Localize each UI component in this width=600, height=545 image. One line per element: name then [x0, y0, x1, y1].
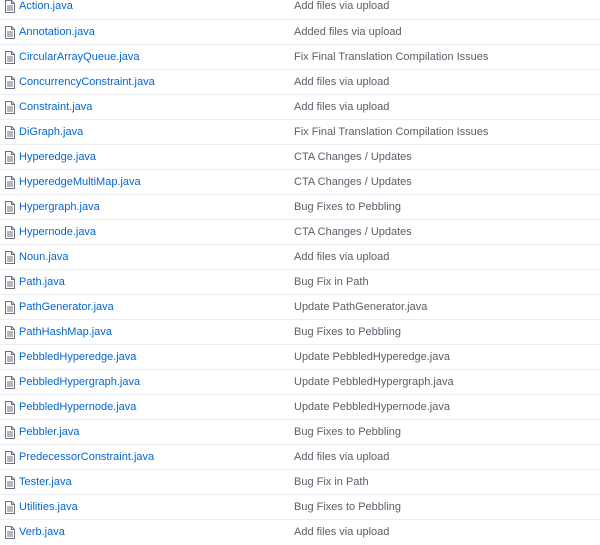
file-row: Verb.java Add files via upload	[0, 519, 600, 544]
file-name-link[interactable]: PebbledHyperedge.java	[19, 348, 136, 366]
commit-message-link[interactable]: Update PebbledHyperedge.java	[294, 348, 450, 366]
file-icon	[5, 326, 15, 339]
commit-message-link[interactable]: Added files via upload	[294, 23, 402, 41]
file-row: Utilities.java Bug Fixes to Pebbling	[0, 494, 600, 519]
file-icon	[5, 126, 15, 139]
file-icon	[5, 476, 15, 489]
commit-message-link[interactable]: Bug Fix in Path	[294, 473, 369, 491]
file-row: ConcurrencyConstraint.java Add files via…	[0, 69, 600, 94]
commit-message-link[interactable]: Add files via upload	[294, 0, 389, 15]
file-name-link[interactable]: PebbledHypergraph.java	[19, 373, 140, 391]
commit-message-link[interactable]: Update PebbledHypergraph.java	[294, 373, 454, 391]
file-row: PebbledHypernode.java Update PebbledHype…	[0, 394, 600, 419]
file-icon	[5, 526, 15, 539]
commit-message-link[interactable]: Bug Fix in Path	[294, 273, 369, 291]
file-name-link[interactable]: Path.java	[19, 273, 65, 291]
commit-message-link[interactable]: Fix Final Translation Compilation Issues	[294, 123, 488, 141]
file-icon	[5, 351, 15, 364]
file-row: Hyperedge.java CTA Changes / Updates	[0, 144, 600, 169]
file-row: PredecessorConstraint.java Add files via…	[0, 444, 600, 469]
file-name-link[interactable]: Annotation.java	[19, 23, 95, 41]
commit-message-link[interactable]: Update PathGenerator.java	[294, 298, 427, 316]
file-icon	[5, 51, 15, 64]
file-row: Action.java Add files via upload	[0, 0, 600, 19]
file-name-link[interactable]: PebbledHypernode.java	[19, 398, 136, 416]
commit-message-link[interactable]: Add files via upload	[294, 523, 389, 541]
commit-message-link[interactable]: CTA Changes / Updates	[294, 173, 412, 191]
file-row: PebbledHyperedge.java Update PebbledHype…	[0, 344, 600, 369]
commit-message-link[interactable]: Bug Fixes to Pebbling	[294, 423, 401, 441]
file-icon	[5, 101, 15, 114]
file-name-link[interactable]: Hyperedge.java	[19, 148, 96, 166]
file-icon	[5, 226, 15, 239]
commit-message-link[interactable]: Update PebbledHypernode.java	[294, 398, 450, 416]
file-row: Path.java Bug Fix in Path	[0, 269, 600, 294]
commit-message-link[interactable]: Bug Fixes to Pebbling	[294, 498, 401, 516]
file-icon	[5, 251, 15, 264]
commit-message-link[interactable]: Add files via upload	[294, 248, 389, 266]
file-row: Pebbler.java Bug Fixes to Pebbling	[0, 419, 600, 444]
file-name-link[interactable]: Hypernode.java	[19, 223, 96, 241]
file-icon	[5, 376, 15, 389]
commit-message-link[interactable]: Fix Final Translation Compilation Issues	[294, 48, 488, 66]
file-name-link[interactable]: Utilities.java	[19, 498, 78, 516]
file-icon	[5, 26, 15, 39]
file-row: Noun.java Add files via upload	[0, 244, 600, 269]
file-icon	[5, 401, 15, 414]
file-name-link[interactable]: PredecessorConstraint.java	[19, 448, 154, 466]
file-name-link[interactable]: ConcurrencyConstraint.java	[19, 73, 155, 91]
commit-message-link[interactable]: Add files via upload	[294, 98, 389, 116]
file-name-link[interactable]: Tester.java	[19, 473, 72, 491]
file-row: PebbledHypergraph.java Update PebbledHyp…	[0, 369, 600, 394]
commit-message-link[interactable]: Bug Fixes to Pebbling	[294, 323, 401, 341]
file-row: PathHashMap.java Bug Fixes to Pebbling	[0, 319, 600, 344]
file-icon	[5, 451, 15, 464]
file-icon	[5, 151, 15, 164]
file-name-link[interactable]: Pebbler.java	[19, 423, 80, 441]
commit-message-link[interactable]: CTA Changes / Updates	[294, 223, 412, 241]
file-name-link[interactable]: CircularArrayQueue.java	[19, 48, 139, 66]
file-name-link[interactable]: HyperedgeMultiMap.java	[19, 173, 141, 191]
file-icon	[5, 176, 15, 189]
file-name-link[interactable]: PathHashMap.java	[19, 323, 112, 341]
file-row: CircularArrayQueue.java Fix Final Transl…	[0, 44, 600, 69]
file-name-link[interactable]: Verb.java	[19, 523, 65, 541]
file-row: Annotation.java Added files via upload	[0, 19, 600, 44]
file-name-link[interactable]: PathGenerator.java	[19, 298, 114, 316]
commit-message-link[interactable]: Add files via upload	[294, 73, 389, 91]
file-row: Tester.java Bug Fix in Path	[0, 469, 600, 494]
file-row: DiGraph.java Fix Final Translation Compi…	[0, 119, 600, 144]
file-icon	[5, 276, 15, 289]
file-row: PathGenerator.java Update PathGenerator.…	[0, 294, 600, 319]
file-icon	[5, 426, 15, 439]
file-icon	[5, 201, 15, 214]
file-icon	[5, 0, 15, 13]
file-icon	[5, 76, 15, 89]
file-name-link[interactable]: Noun.java	[19, 248, 69, 266]
file-row: Hypergraph.java Bug Fixes to Pebbling	[0, 194, 600, 219]
file-icon	[5, 501, 15, 514]
file-row: Hypernode.java CTA Changes / Updates	[0, 219, 600, 244]
commit-message-link[interactable]: Add files via upload	[294, 448, 389, 466]
commit-message-link[interactable]: Bug Fixes to Pebbling	[294, 198, 401, 216]
commit-message-link[interactable]: CTA Changes / Updates	[294, 148, 412, 166]
file-row: HyperedgeMultiMap.java CTA Changes / Upd…	[0, 169, 600, 194]
file-row: Constraint.java Add files via upload	[0, 94, 600, 119]
file-list: Action.java Add files via upload Annotat…	[0, 0, 600, 544]
file-name-link[interactable]: DiGraph.java	[19, 123, 83, 141]
file-icon	[5, 301, 15, 314]
file-name-link[interactable]: Hypergraph.java	[19, 198, 100, 216]
file-name-link[interactable]: Action.java	[19, 0, 73, 15]
file-name-link[interactable]: Constraint.java	[19, 98, 92, 116]
